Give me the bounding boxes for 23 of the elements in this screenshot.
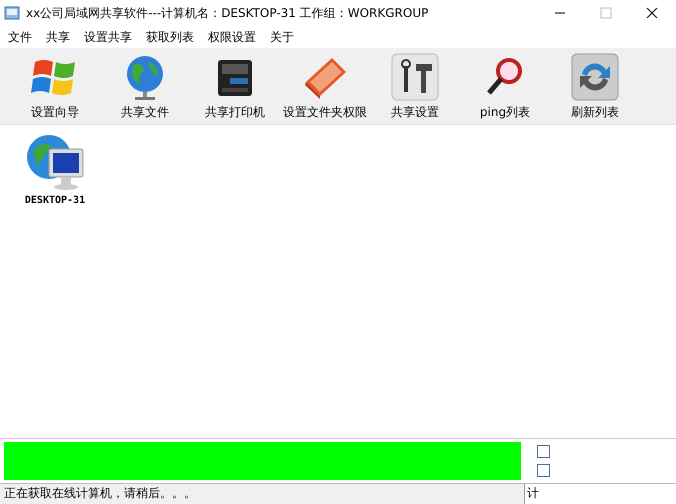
menu-item[interactable]: 关于	[270, 28, 294, 46]
menu-item[interactable]: 文件	[8, 28, 32, 46]
menu-item[interactable]: 共享	[46, 28, 70, 46]
menu-item[interactable]: 权限设置	[208, 28, 256, 46]
app-icon	[4, 5, 20, 21]
menu-item[interactable]: 获取列表	[146, 28, 194, 46]
toolbar-button[interactable]: ping列表	[460, 52, 550, 120]
toolbar-button[interactable]: 设置文件夹权限	[280, 52, 370, 120]
status-text: 正在获取在线计算机，请稍后。。。	[3, 485, 197, 502]
close-icon[interactable]	[646, 7, 658, 19]
toolbar-button[interactable]: 共享设置	[370, 52, 460, 120]
checkbox[interactable]	[537, 445, 550, 458]
computer-name: DESKTOP-31	[24, 195, 86, 206]
refresh-icon	[570, 52, 620, 102]
toolbar-button[interactable]: 共享文件	[100, 52, 190, 120]
window-title: xx公司局域网共享软件---计算机名：DESKTOP-31 工作组：WORKGROUP	[26, 4, 428, 22]
toolbar-button[interactable]: 共享打印机	[190, 52, 280, 120]
menu-item[interactable]: 设置共享	[84, 28, 132, 46]
hammer-wrench-icon	[390, 52, 440, 102]
checkbox[interactable]	[537, 464, 550, 477]
toolbar-button[interactable]: 设置向导	[10, 52, 100, 120]
toolbar-button[interactable]: 刷新列表	[550, 52, 640, 120]
status-text: 计	[524, 484, 676, 504]
